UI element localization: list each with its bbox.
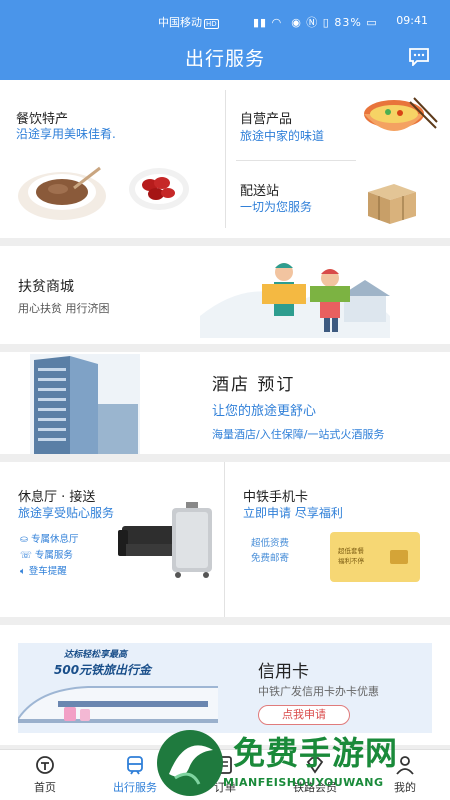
hotel-description: 海量酒店/入住保障/一站式火酒服务 [212,428,385,441]
speaker-icon: 🔈︎ [20,566,26,577]
credit-card-subtitle: 中铁广发信用卡办卡优惠 [258,685,379,698]
sim-card-title: 中铁手机卡 [243,490,309,505]
own-products-card[interactable]: 自营产品 旅途中家的味道 [226,80,450,159]
food-section: 餐饮特产 沿途享用美味佳肴. 自营产品 旅途中家的味道 配送站 一切为您服务 [0,80,450,238]
delivery-title: 配送站 [240,184,280,199]
watermark-text: 免费手游网 [233,734,399,772]
apply-button[interactable]: 点我申请 [258,705,350,725]
lounge-icon: ⛀ [20,534,28,545]
noodle-bowl-image [364,97,438,131]
watermark-overlay: 免费手游网 MIANFEISHOUYOUWANG [155,724,445,800]
sim-card-subtitle: 立即申请 尽享福利 [243,506,343,520]
banner-line-1: 达标轻松享最高 [64,650,128,660]
sim-card-card[interactable]: 中铁手机卡 立即申请 尽享福利 超低资费 免费邮寄 超低套餐 福利不停 [225,462,450,617]
delivery-card[interactable]: 配送站 一切为您服务 [226,160,450,238]
watermark-logo-icon [157,730,223,796]
clock: 09:41 [396,14,428,27]
feature-item: 超低资费 [251,538,290,549]
nav-home-label: 首页 [34,781,56,794]
poverty-mall-subtitle: 用心扶贫 用行济困 [18,302,110,315]
services-section: 休息厅 · 接送 旅途享受贴心服务 ⛀ 专属休息厅 ☏ 专属服务 🔈︎ 登车提醒… [0,462,450,617]
nav-home[interactable]: 首页 [10,754,80,795]
feature-item: ☏ 专属服务 [20,550,73,561]
sim-card-image-text: 超低套餐 福利不停 [338,547,364,565]
banner-line-2: 500元铁旅出行金 [54,663,152,677]
credit-card-title: 信用卡 [258,662,309,682]
lounge-card[interactable]: 休息厅 · 接送 旅途享受贴心服务 ⛀ 专属休息厅 ☏ 专属服务 🔈︎ 登车提醒 [0,462,224,617]
own-products-subtitle: 旅途中家的味道 [240,129,325,143]
farmers-image [200,263,390,338]
battery-percent: 83% [334,16,362,29]
poverty-mall-title: 扶贫商城 [18,279,74,295]
hotel-booking-card[interactable]: 酒店 预订 让您的旅途更舒心 海量酒店/入住保障/一站式火酒服务 [0,352,450,454]
sim-card-features: 超低资费 免费邮寄 [251,536,289,566]
carrier-label: 中国移动 HD [158,16,219,29]
dates-plate-image [129,168,189,210]
hotel-building-image [30,354,140,454]
porridge-bowl-image [18,166,106,220]
feature-item: 🔈︎ 登车提醒 [20,566,67,577]
delivery-subtitle: 一切为您服务 [240,200,313,214]
hotel-subtitle: 让您的旅途更舒心 [212,404,317,419]
status-bar: 中国移动 HD ▮▮ ◠ ◉ Ⓝ ▯ 83% ▭ 09:41 [0,14,450,30]
sofa-luggage-image [118,502,212,578]
message-icon[interactable] [408,48,430,66]
watermark-subtext: MIANFEISHOUYOUWANG [223,776,384,789]
app-header: 中国移动 HD ▮▮ ◠ ◉ Ⓝ ▯ 83% ▭ 09:41 出行服务 [0,0,450,80]
poverty-mall-card[interactable]: 扶贫商城 用心扶贫 用行济困 [0,246,450,344]
package-box-image [368,184,416,224]
own-products-title: 自营产品 [240,112,293,127]
home-icon [36,756,54,774]
hd-badge: HD [204,19,219,29]
sim-chip-icon [390,550,408,564]
sim-card-image: 超低套餐 福利不停 [330,532,420,582]
page-title: 出行服务 [184,48,265,70]
hotel-title: 酒店 预订 [212,375,296,395]
lounge-features: ⛀ 专属休息厅 ☏ 专属服务 🔈︎ 登车提醒 [20,532,79,580]
lounge-title: 休息厅 · 接送 [18,490,96,505]
catering-subtitle: 沿途享用美味佳肴. [16,127,116,141]
train-icon [127,756,143,775]
status-icons: ▮▮ ◠ ◉ Ⓝ ▯ 83% ▭ [253,16,378,29]
lounge-subtitle: 旅途享受贴心服务 [18,506,115,520]
catering-card[interactable]: 餐饮特产 沿途享用美味佳肴. [0,80,225,238]
feature-item: 免费邮寄 [251,553,290,564]
chat-icon: ☏ [20,550,32,561]
feature-item: ⛀ 专属休息厅 [20,534,79,545]
